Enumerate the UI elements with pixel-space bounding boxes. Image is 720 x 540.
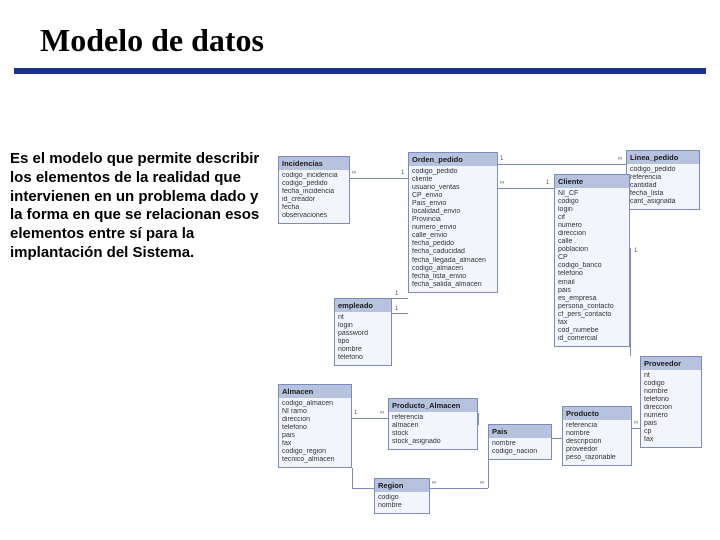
entity-cliente: Cliente NI_CF codigo login cif numero di… xyxy=(554,174,630,347)
relation-line xyxy=(552,438,562,439)
entity-empleado: empleado nt login password tipo nombre t… xyxy=(334,298,392,366)
card-label: 1 xyxy=(401,170,404,176)
card-label: ∞ xyxy=(634,420,638,426)
relation-line xyxy=(498,164,626,165)
relation-line xyxy=(430,488,488,489)
entity-fields: referencia almacen stock stock_asignado xyxy=(389,412,477,449)
card-label: ∞ xyxy=(432,480,436,486)
relation-line xyxy=(632,428,640,429)
entity-header: Linea_pedido xyxy=(627,151,699,164)
entity-linea-pedido: Linea_pedido codigo_pedido referencia ca… xyxy=(626,150,700,210)
card-label: 1 xyxy=(395,306,398,312)
entity-fields: nombre codigo_nacion xyxy=(489,438,551,459)
entity-fields: nt codigo nombre telefono direccion nume… xyxy=(641,370,701,447)
entity-proveedor: Proveedor nt codigo nombre telefono dire… xyxy=(640,356,702,448)
entity-fields: NI_CF codigo login cif numero direccion … xyxy=(555,188,629,346)
er-diagram: Incidencias codigo_incidencia codigo_ped… xyxy=(270,148,710,528)
relation-line xyxy=(392,313,408,314)
relation-line xyxy=(352,418,388,419)
entity-almacen: Almacen codigo_almacen NI ramo direccion… xyxy=(278,384,352,468)
entity-fields: codigo_almacen NI ramo direccion telefon… xyxy=(279,398,351,467)
relation-line xyxy=(352,488,374,489)
entity-producto: Producto referencia nombre descripcion p… xyxy=(562,406,632,466)
relation-line xyxy=(478,413,479,425)
card-label: 1 xyxy=(354,410,357,416)
entity-orden-pedido: Orden_pedido codigo_pedido cliente usuar… xyxy=(408,152,498,293)
entity-fields: codigo_pedido cliente usuario_ventas CP_… xyxy=(409,166,497,292)
description-text: Es el modelo que permite describir los e… xyxy=(10,150,260,263)
relation-line xyxy=(350,178,408,179)
entity-incidencias: Incidencias codigo_incidencia codigo_ped… xyxy=(278,156,350,224)
entity-header: Proveedor xyxy=(641,357,701,370)
relation-line xyxy=(498,188,554,189)
entity-header: Almacen xyxy=(279,385,351,398)
card-label: ∞ xyxy=(500,180,504,186)
card-label: ∞ xyxy=(618,156,622,162)
relation-line xyxy=(352,468,353,488)
entity-header: Incidencias xyxy=(279,157,349,170)
entity-header: Producto_Almacen xyxy=(389,399,477,412)
card-label: ∞ xyxy=(380,410,384,416)
card-label: ∞ xyxy=(352,170,356,176)
entity-header: Region xyxy=(375,479,429,492)
relation-line xyxy=(488,448,489,488)
entity-fields: codigo nombre xyxy=(375,492,429,513)
entity-pais: Pais nombre codigo_nacion xyxy=(488,424,552,460)
card-label: 1 xyxy=(500,156,503,162)
entity-fields: codigo_incidencia codigo_pedido fecha_in… xyxy=(279,170,349,223)
relation-line xyxy=(630,248,631,356)
entity-fields: nt login password tipo nombre telefono xyxy=(335,312,391,365)
entity-header: empleado xyxy=(335,299,391,312)
card-label: 1 xyxy=(546,180,549,186)
card-label: ∞ xyxy=(480,480,484,486)
divider xyxy=(14,68,706,74)
entity-region: Region codigo nombre xyxy=(374,478,430,514)
entity-producto-almacen: Producto_Almacen referencia almacen stoc… xyxy=(388,398,478,450)
entity-header: Orden_pedido xyxy=(409,153,497,166)
entity-header: Cliente xyxy=(555,175,629,188)
card-label: 1 xyxy=(395,291,398,297)
entity-fields: referencia nombre descripcion proveedor … xyxy=(563,420,631,465)
page-title: Modelo de datos xyxy=(40,22,264,59)
relation-line xyxy=(392,298,408,299)
card-label: 1 xyxy=(634,248,637,254)
entity-header: Producto xyxy=(563,407,631,420)
entity-header: Pais xyxy=(489,425,551,438)
entity-fields: codigo_pedido referencia cantidad fecha_… xyxy=(627,164,699,209)
